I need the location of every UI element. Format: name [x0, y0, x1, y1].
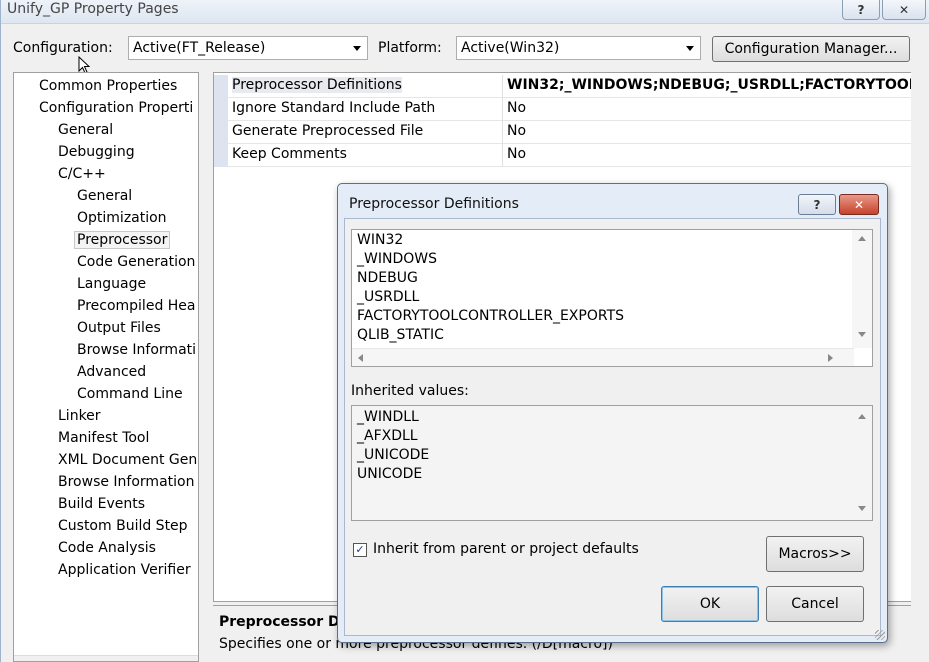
- property-row-generate-preprocessed-file[interactable]: Generate Preprocessed File No: [214, 121, 911, 144]
- scroll-up-icon[interactable]: [858, 414, 866, 419]
- tree-item-xml-document-generator[interactable]: XML Document Gen: [58, 450, 197, 470]
- column-divider: [502, 75, 503, 98]
- tree-item-optimization[interactable]: Optimization: [77, 208, 167, 228]
- property-row-keep-comments[interactable]: Keep Comments No: [214, 144, 911, 167]
- tree-item-custom-build-step[interactable]: Custom Build Step: [58, 516, 188, 536]
- property-name: Generate Preprocessed File: [232, 123, 424, 139]
- row-gutter: [214, 144, 228, 167]
- row-gutter: [214, 98, 228, 121]
- scroll-down-icon[interactable]: [858, 332, 866, 337]
- tree-item-linker[interactable]: Linker: [58, 406, 101, 426]
- scroll-down-icon[interactable]: [858, 506, 866, 511]
- help-icon: ?: [857, 2, 865, 17]
- macros-button[interactable]: Macros>>: [766, 536, 864, 572]
- definitions-vertical-scrollbar[interactable]: [852, 230, 872, 348]
- scroll-up-icon[interactable]: [858, 236, 866, 241]
- tree-item-build-events[interactable]: Build Events: [58, 494, 145, 514]
- property-name: Keep Comments: [232, 146, 347, 162]
- preprocessor-definitions-dialog: Preprocessor Definitions ? ✕ WIN32 _WIND…: [337, 183, 888, 643]
- tree-item-browse-information[interactable]: Browse Information: [58, 472, 194, 492]
- definition-line: NDEBUG: [357, 270, 418, 286]
- inherited-line: _AFXDLL: [357, 428, 418, 444]
- property-value[interactable]: WIN32;_WINDOWS;NDEBUG;_USRDLL;FACTORYTOO…: [507, 77, 911, 93]
- tree-item-code-analysis[interactable]: Code Analysis: [58, 538, 156, 558]
- close-button[interactable]: ✕: [882, 0, 926, 20]
- help-button[interactable]: ?: [842, 0, 880, 20]
- help-icon: ?: [813, 197, 821, 212]
- definition-line: FACTORYTOOLCONTROLLER_EXPORTS: [357, 308, 625, 324]
- property-row-ignore-standard-include-path[interactable]: Ignore Standard Include Path No: [214, 98, 911, 121]
- configuration-value: Active(FT_Release): [133, 40, 266, 56]
- tree-item-advanced[interactable]: Advanced: [77, 362, 146, 382]
- definition-line: QLIB_STATIC: [357, 327, 444, 343]
- tree-item-manifest-tool[interactable]: Manifest Tool: [58, 428, 149, 448]
- tree-item-command-line[interactable]: Command Line: [77, 384, 183, 404]
- tree-item-language[interactable]: Language: [77, 274, 146, 294]
- row-gutter: [214, 121, 228, 144]
- property-value[interactable]: No: [507, 146, 526, 162]
- dialog-title: Preprocessor Definitions: [349, 196, 519, 212]
- dialog-body: WIN32 _WINDOWS NDEBUG _USRDLL FACTORYTOO…: [344, 218, 881, 636]
- configuration-manager-button[interactable]: Configuration Manager...: [712, 36, 910, 62]
- definition-line: _WINDOWS: [357, 251, 437, 267]
- scroll-right-icon[interactable]: [828, 354, 833, 362]
- description-title: Preprocessor De: [219, 614, 350, 630]
- dialog-close-button[interactable]: ✕: [839, 194, 879, 215]
- column-divider: [502, 144, 503, 167]
- dialog-help-button[interactable]: ?: [798, 194, 836, 215]
- definitions-textarea[interactable]: WIN32 _WINDOWS NDEBUG _USRDLL FACTORYTOO…: [351, 229, 873, 367]
- property-tree[interactable]: Common Properties Configuration Properti…: [13, 72, 199, 662]
- chevron-down-icon: [353, 46, 361, 51]
- checkmark-icon: ✓: [355, 543, 365, 556]
- inherited-values-label: Inherited values:: [351, 383, 469, 399]
- resize-grip-icon[interactable]: [875, 630, 885, 640]
- inherited-vertical-scrollbar[interactable]: [852, 406, 872, 520]
- cancel-button[interactable]: Cancel: [766, 586, 864, 622]
- configuration-label: Configuration:: [13, 40, 113, 56]
- inherited-line: UNICODE: [357, 466, 423, 482]
- scroll-left-icon[interactable]: [358, 354, 363, 362]
- column-divider: [502, 121, 503, 144]
- tree-item-general[interactable]: General: [58, 120, 113, 140]
- tree-item-precompiled-headers[interactable]: Precompiled Hea: [77, 296, 196, 316]
- tree-item-output-files[interactable]: Output Files: [77, 318, 161, 338]
- inherit-checkbox[interactable]: ✓: [353, 543, 367, 557]
- tree-item-common-properties[interactable]: Common Properties: [39, 76, 177, 96]
- chevron-down-icon: [686, 46, 694, 51]
- tree-item-cpp-general[interactable]: General: [77, 186, 132, 206]
- window-title: Unify_GP Property Pages: [7, 1, 179, 17]
- tree-item-preprocessor[interactable]: Preprocessor: [74, 230, 171, 250]
- property-value[interactable]: No: [507, 123, 526, 139]
- tree-item-debugging[interactable]: Debugging: [58, 142, 135, 162]
- title-bar[interactable]: Unify_GP Property Pages ? ✕: [1, 0, 929, 24]
- definition-line: WIN32: [357, 232, 404, 248]
- row-gutter: [214, 75, 228, 98]
- definitions-horizontal-scrollbar[interactable]: [352, 348, 854, 366]
- property-value[interactable]: No: [507, 100, 526, 116]
- tree-item-c-cpp[interactable]: C/C++: [58, 164, 106, 184]
- close-icon: ✕: [853, 197, 865, 212]
- tree-item-configuration-properties[interactable]: Configuration Properti: [39, 98, 193, 118]
- tree-item-browse-information-cpp[interactable]: Browse Informati: [77, 340, 196, 360]
- platform-label: Platform:: [378, 40, 442, 56]
- inherit-checkbox-label[interactable]: Inherit from parent or project defaults: [373, 541, 639, 557]
- inherited-line: _UNICODE: [357, 447, 430, 463]
- platform-dropdown[interactable]: Active(Win32): [456, 36, 701, 60]
- property-row-preprocessor-definitions[interactable]: Preprocessor Definitions WIN32;_WINDOWS;…: [214, 75, 911, 98]
- tree-item-application-verifier[interactable]: Application Verifier: [58, 560, 191, 580]
- platform-value: Active(Win32): [461, 40, 560, 56]
- ok-button[interactable]: OK: [661, 586, 759, 622]
- inherited-values-list: _WINDLL _AFXDLL _UNICODE UNICODE: [351, 405, 873, 521]
- tree-item-code-generation[interactable]: Code Generation: [77, 252, 195, 272]
- property-name: Ignore Standard Include Path: [232, 100, 436, 116]
- inherited-line: _WINDLL: [357, 409, 419, 425]
- close-icon: ✕: [898, 2, 910, 17]
- definition-line: _USRDLL: [357, 289, 420, 305]
- configuration-dropdown[interactable]: Active(FT_Release): [128, 36, 368, 60]
- column-divider: [502, 98, 503, 121]
- property-pages-window: Unify_GP Property Pages ? ✕ Configuratio…: [0, 0, 929, 662]
- property-name: Preprocessor Definitions: [232, 77, 402, 93]
- tree-horizontal-scrollbar[interactable]: [14, 655, 198, 661]
